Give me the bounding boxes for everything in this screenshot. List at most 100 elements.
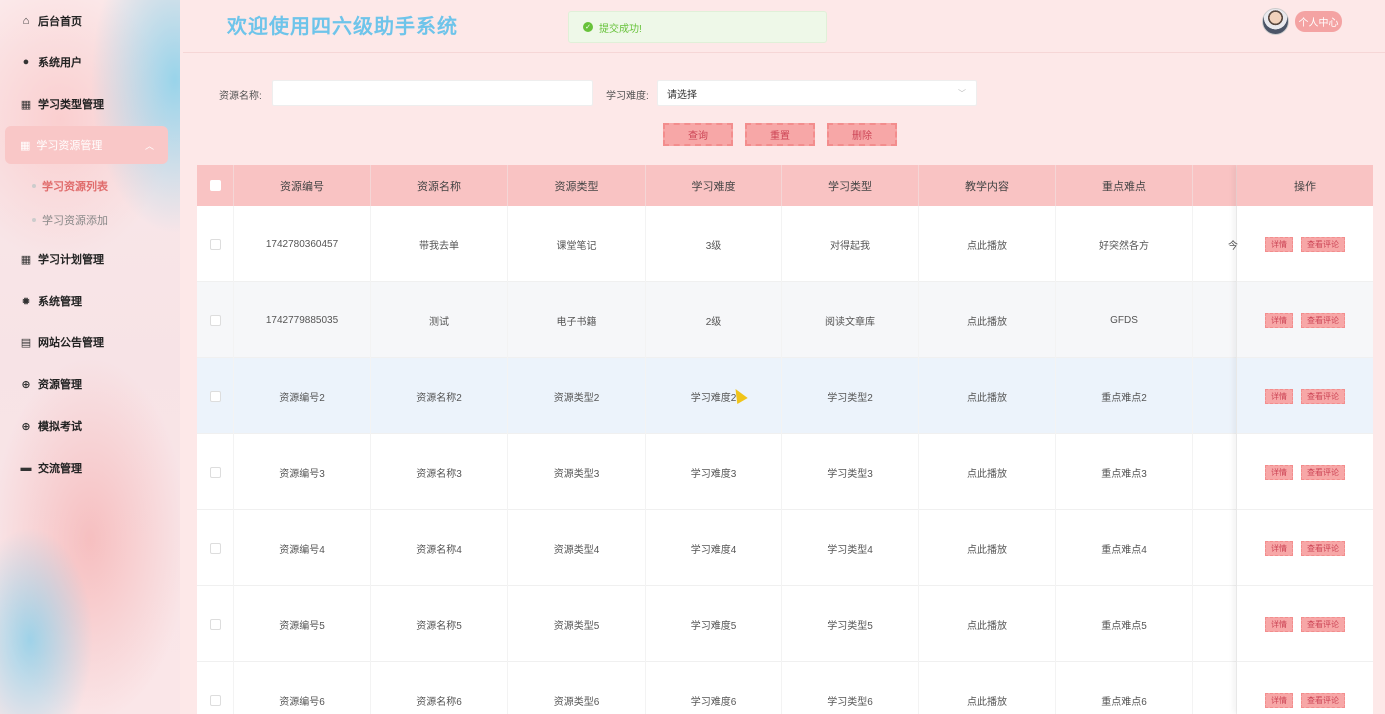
row-checkbox[interactable] [209,466,221,478]
sidebar-item-home[interactable]: ⌂ 后台首页 [20,11,82,31]
difficulty-label: 学习难度: [606,91,649,102]
play-link[interactable]: 点此播放 [919,434,1056,510]
user-icon: ● [22,56,30,68]
sidebar-item-label: 学习资源管理 [36,140,103,152]
chat-icon: ▬ [20,462,32,474]
row-select-cell [197,434,234,510]
row-checkbox[interactable] [209,314,221,326]
table-cell: 重点难点5 [1056,586,1193,662]
check-circle-icon: ✓ [583,22,593,32]
sidebar: ⌂ 后台首页 ● 系统用户 ▦ 学习类型管理 ▦ 学习资源管理 ︿ 学习资源列表… [0,0,180,714]
table-cell: 资源名称2 [371,358,508,434]
play-link[interactable]: 点此播放 [919,206,1056,282]
row-checkbox[interactable] [209,694,221,706]
sidebar-item-mock-exam[interactable]: ⊕ 模拟考试 [20,416,82,436]
table-cell: 学习类型6 [782,662,919,714]
table-cell: 测试 [371,282,508,358]
query-button[interactable]: 查询 [663,123,733,146]
play-link[interactable]: 点此播放 [919,510,1056,586]
table-cell: 重点难点2 [1056,358,1193,434]
sidebar-subitem-resource-list[interactable]: 学习资源列表 [32,178,108,194]
play-link[interactable]: 点此播放 [919,358,1056,434]
sidebar-item-communication[interactable]: ▬ 交流管理 [20,458,83,478]
row-select-cell [197,358,234,434]
table-cell: 资源名称5 [371,586,508,662]
table-cell [1193,510,1237,586]
row-checkbox[interactable] [209,618,221,630]
bullet-icon [32,184,36,188]
avatar[interactable] [1262,8,1289,35]
select-all-checkbox[interactable] [209,180,221,191]
resource-table: 资源编号 资源名称 资源类型 学习难度 学习类型 教学内容 重点难点 操作 17… [197,165,1373,714]
sidebar-item-label: 学习类型管理 [38,99,104,111]
sidebar-item-label: 系统用户 [38,57,82,69]
table-cell: 阅读文章库 [782,282,919,358]
sidebar-item-label: 交流管理 [38,463,82,475]
home-icon: ⌂ [22,15,30,27]
table-row[interactable]: 资源编号3 资源名称3 资源类型3 学习难度3 学习类型3 点此播放 重点难点3 详情 查看… [197,434,1373,510]
sidebar-item-label: 资源管理 [38,379,82,391]
table-cell [1193,662,1237,714]
column-header: 重点难点 [1056,165,1193,206]
table-cell: 带我去单 [371,206,508,282]
sidebar-item-study-plan[interactable]: ▦ 学习计划管理 [20,249,104,269]
delete-button[interactable]: 删除 [827,123,897,146]
play-link[interactable]: 点此播放 [919,586,1056,662]
table-cell: 学习难度3 [646,434,782,510]
table-cell: 学习难度2 [646,358,782,434]
column-header: 学习类型 [782,165,919,206]
sidebar-item-resource-manage[interactable]: ⊕ 资源管理 [20,374,82,394]
sidebar-item-system-manage[interactable]: ✹ 系统管理 [20,291,82,311]
table-row[interactable]: 资源编号2 资源名称2 资源类型2 学习难度2 学习类型2 点此播放 重点难点2 详情 查看… [197,358,1373,434]
row-select-cell [197,662,234,714]
sidebar-item-study-type[interactable]: ▦ 学习类型管理 [20,94,104,114]
table-cell: 学习类型3 [782,434,919,510]
row-checkbox[interactable] [209,238,221,250]
play-link[interactable]: 点此播放 [919,662,1056,714]
table-row[interactable]: 资源编号5 资源名称5 资源类型5 学习难度5 学习类型5 点此播放 重点难点5 详情 查看… [197,586,1373,662]
table-cell: 重点难点3 [1056,434,1193,510]
header-divider [183,52,1385,53]
table-cell: 课堂笔记 [508,206,646,282]
grid-icon: ▦ [20,139,31,152]
success-toast: ✓ 提交成功! [568,11,827,43]
play-link[interactable]: 点此播放 [919,282,1056,358]
resource-name-input[interactable] [272,80,593,106]
bullet-icon [32,218,36,222]
table-cell: 电子书籍 [508,282,646,358]
table-cell: 学习类型2 [782,358,919,434]
table-row[interactable]: 1742779885035 测试 电子书籍 2级 阅读文章库 点此播放 GFDS 详情 查看… [197,282,1373,358]
table-cell: 学习难度5 [646,586,782,662]
table-cell: 资源类型2 [508,358,646,434]
table-row[interactable]: 1742780360457 带我去单 课堂笔记 3级 对得起我 点此播放 好突然各方今 详情… [197,206,1373,282]
row-select-cell [197,510,234,586]
row-select-cell [197,282,234,358]
table-row[interactable]: 资源编号4 资源名称4 资源类型4 学习难度4 学习类型4 点此播放 重点难点4 详情 查看… [197,510,1373,586]
sidebar-subitem-resource-add[interactable]: 学习资源添加 [32,212,108,228]
table-cell: 资源类型6 [508,662,646,714]
table-cell: 1742780360457 [234,206,371,282]
reset-button[interactable]: 重置 [745,123,815,146]
gear-icon: ✹ [21,295,31,308]
table-cell: 重点难点6 [1056,662,1193,714]
difficulty-select-value: 请选择 [667,89,697,101]
page-title: 欢迎使用四六级助手系统 [227,16,458,38]
column-header: 资源编号 [234,165,371,206]
sidebar-item-study-resource[interactable]: ▦ 学习资源管理 ︿ [5,126,168,164]
column-header: 教学内容 [919,165,1056,206]
sidebar-item-announcements[interactable]: ▤ 网站公告管理 [20,332,104,352]
row-checkbox[interactable] [209,390,221,402]
sidebar-subitem-label: 学习资源列表 [42,181,108,193]
table-cell: 1742779885035 [234,282,371,358]
column-header-extra [1193,165,1237,206]
sidebar-item-system-users[interactable]: ● 系统用户 [20,52,82,72]
sidebar-item-label: 系统管理 [38,296,82,308]
table-row[interactable]: 资源编号6 资源名称6 资源类型6 学习难度6 学习类型6 点此播放 重点难点6 详情 查看… [197,662,1373,714]
row-checkbox[interactable] [209,542,221,554]
column-header: 学习难度 [646,165,782,206]
difficulty-select[interactable]: 请选择 ﹀ [657,80,977,106]
profile-button[interactable]: 个人中心 [1295,11,1342,32]
table-cell: 资源名称3 [371,434,508,510]
column-header: 资源类型 [508,165,646,206]
chevron-down-icon: ﹀ [958,88,966,98]
